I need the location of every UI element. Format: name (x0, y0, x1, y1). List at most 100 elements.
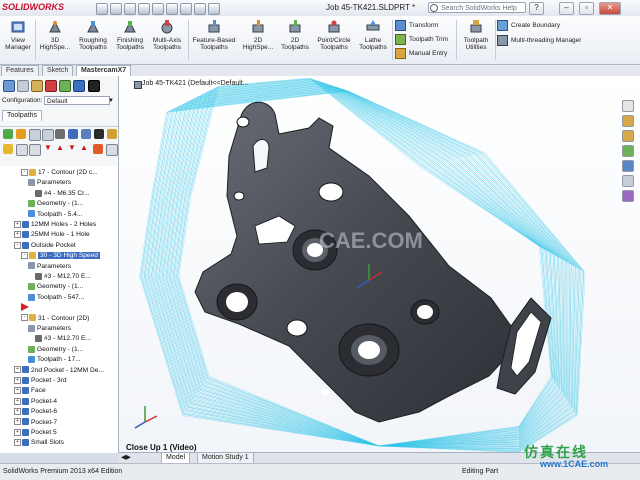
view-manager-button[interactable]: View Manager (2, 19, 34, 51)
tree-item[interactable]: Parameters (28, 262, 71, 272)
file-explorer-icon[interactable] (622, 130, 634, 142)
tree-item[interactable]: + Small Slots (14, 438, 64, 448)
select-icon[interactable] (166, 3, 178, 15)
roughing-toolpaths-button[interactable]: Roughing Toolpaths (74, 19, 112, 51)
feature-based-toolpaths-button[interactable]: Feature-Based Toolpaths (190, 19, 238, 51)
display-manager-icon[interactable] (59, 80, 71, 92)
chevron-down-icon[interactable]: ▼ (108, 96, 114, 106)
appearances-icon[interactable] (622, 160, 634, 172)
transform-button[interactable]: Transform (395, 20, 438, 31)
3d-highspeed-button[interactable]: 3D HighSpe... (37, 19, 73, 51)
solidworks-resources-icon[interactable] (622, 100, 634, 112)
tree-item[interactable]: #3 - M12.70 E... (35, 334, 91, 344)
expand-icon[interactable]: + (14, 418, 21, 426)
tree-item[interactable]: Toolpath - 5.4... (28, 210, 82, 220)
print-icon[interactable] (138, 3, 150, 15)
tree-item[interactable]: Toolpath - 547... (28, 293, 84, 303)
feature-manager-icon[interactable] (3, 80, 15, 92)
move-up-icon[interactable]: ▲ (56, 143, 64, 152)
tree-item[interactable]: Toolpath - 17... (28, 355, 81, 365)
tree-item[interactable]: Geometry - (1... (28, 199, 83, 209)
tree-item[interactable]: +2nd Pocket - 12MM De... (14, 366, 104, 376)
tree-item[interactable]: #4 - M6.35 Cr... (35, 189, 89, 199)
mastercam-icon[interactable] (73, 80, 85, 92)
multi-threading-manager-button[interactable]: Multi-threading Manager (497, 35, 581, 46)
close-button[interactable]: ✕ (599, 2, 621, 15)
dimxpert-icon[interactable] (45, 80, 57, 92)
new-document-icon[interactable] (96, 3, 108, 15)
tree-item[interactable]: + Pocket-6 (14, 407, 57, 417)
toggle-display-icon[interactable] (16, 144, 28, 156)
nav-arrows-icon[interactable]: ◀▶ (121, 453, 131, 461)
tree-item[interactable]: +12MM Holes - 2 Holes (14, 220, 96, 230)
select-all-operations-icon[interactable] (3, 129, 13, 139)
collapse-icon[interactable]: - (14, 241, 21, 249)
tab-sketch[interactable]: Sketch (42, 65, 74, 76)
tree-item[interactable]: Parameters (28, 324, 71, 334)
expand-icon[interactable]: + (14, 220, 21, 228)
expand-icon[interactable]: + (14, 387, 21, 395)
2d-highspeed-button[interactable]: 2D HighSpe... (240, 19, 276, 51)
toolpath-utilities-button[interactable]: Toolpath Utilities (458, 19, 494, 51)
tab-mastercamx7[interactable]: MastercamX7 (76, 65, 132, 76)
tree-item[interactable]: - 30 - 3D High Speed (21, 251, 100, 261)
create-boundary-button[interactable]: Create Boundary (497, 20, 560, 31)
restore-button[interactable]: ▫ (579, 2, 594, 15)
custom-properties-icon[interactable] (622, 175, 634, 187)
expand-icon[interactable]: + (14, 376, 21, 384)
lock-icon[interactable] (3, 144, 13, 154)
simulate-icon[interactable] (81, 129, 91, 139)
property-manager-icon[interactable] (17, 80, 29, 92)
tree-item[interactable]: - Outside Pocket (14, 241, 76, 251)
toolpath-trim-button[interactable]: Toolpath Trim (395, 34, 448, 45)
select-dirty-operations-icon[interactable] (16, 129, 26, 139)
verify-icon[interactable] (68, 129, 78, 139)
finishing-toolpaths-button[interactable]: Finishing Toolpaths (112, 19, 148, 51)
viewport-document-title[interactable]: Job 45-TK421 (Default<<Default... (142, 80, 249, 87)
insert-arrow-up-icon[interactable]: ▲ (80, 143, 88, 152)
options-icon[interactable] (208, 3, 220, 15)
expand-icon[interactable]: + (14, 439, 21, 447)
undo-icon[interactable] (152, 3, 164, 15)
solidworks-logo[interactable]: SOLIDWORKS (2, 2, 72, 14)
tree-item[interactable]: #3 - M12.70 E... (35, 272, 91, 282)
minimize-button[interactable]: – (559, 2, 574, 15)
tree-item[interactable] (21, 303, 31, 313)
backplot-icon[interactable] (55, 129, 65, 139)
tree-item[interactable]: Geometry - (1... (28, 345, 83, 355)
view-palette-icon[interactable] (622, 145, 634, 157)
single-display-icon[interactable] (106, 144, 118, 156)
move-down-icon[interactable]: ▼ (44, 143, 52, 152)
tree-item[interactable]: - 31 - Contour (2D) (21, 314, 89, 324)
tree-item[interactable]: + Pocket-4 (14, 397, 57, 407)
collapse-icon[interactable]: - (21, 314, 28, 322)
tree-item[interactable]: + Pocket-7 (14, 418, 57, 428)
configuration-select[interactable]: Default (44, 96, 110, 105)
collapse-icon[interactable]: - (21, 168, 28, 176)
tab-toolpaths[interactable]: Toolpaths (2, 110, 42, 121)
post-selected-icon[interactable] (94, 129, 104, 139)
tree-item[interactable]: Geometry - (1... (28, 282, 83, 292)
tree-item[interactable]: Parameters (28, 178, 71, 188)
regenerate-all-icon[interactable] (29, 129, 41, 141)
file-properties-icon[interactable] (194, 3, 206, 15)
expand-icon[interactable]: + (14, 397, 21, 405)
multi-axis-toolpaths-button[interactable]: Multi-Axis Toolpaths (148, 19, 186, 51)
lathe-toolpaths-button[interactable]: Lathe Toolpaths (356, 19, 390, 51)
2d-toolpaths-button[interactable]: 2D Toolpaths (278, 19, 312, 51)
toolpath-manager-icon[interactable] (88, 80, 100, 92)
expand-icon[interactable]: + (14, 231, 21, 239)
regenerate-dirty-icon[interactable] (42, 129, 54, 141)
tree-item[interactable]: + Pocket 5 (14, 428, 57, 438)
toggle-posting-icon[interactable] (29, 144, 41, 156)
point-circle-toolpaths-button[interactable]: Point/Circle Toolpaths (314, 19, 354, 51)
insert-arrow-down-icon[interactable]: ▼ (68, 143, 76, 152)
rebuild-icon[interactable] (180, 3, 192, 15)
scroll-to-insert-icon[interactable] (93, 144, 103, 154)
expand-icon[interactable]: + (14, 407, 21, 415)
manual-entry-button[interactable]: Manual Entry (395, 48, 447, 59)
configuration-manager-icon[interactable] (31, 80, 43, 92)
tree-item[interactable]: + Face (14, 386, 46, 396)
tree-item[interactable]: - 17 - Contour (2D c... (21, 168, 98, 178)
tree-item[interactable]: + Pocket - 3rd (14, 376, 67, 386)
